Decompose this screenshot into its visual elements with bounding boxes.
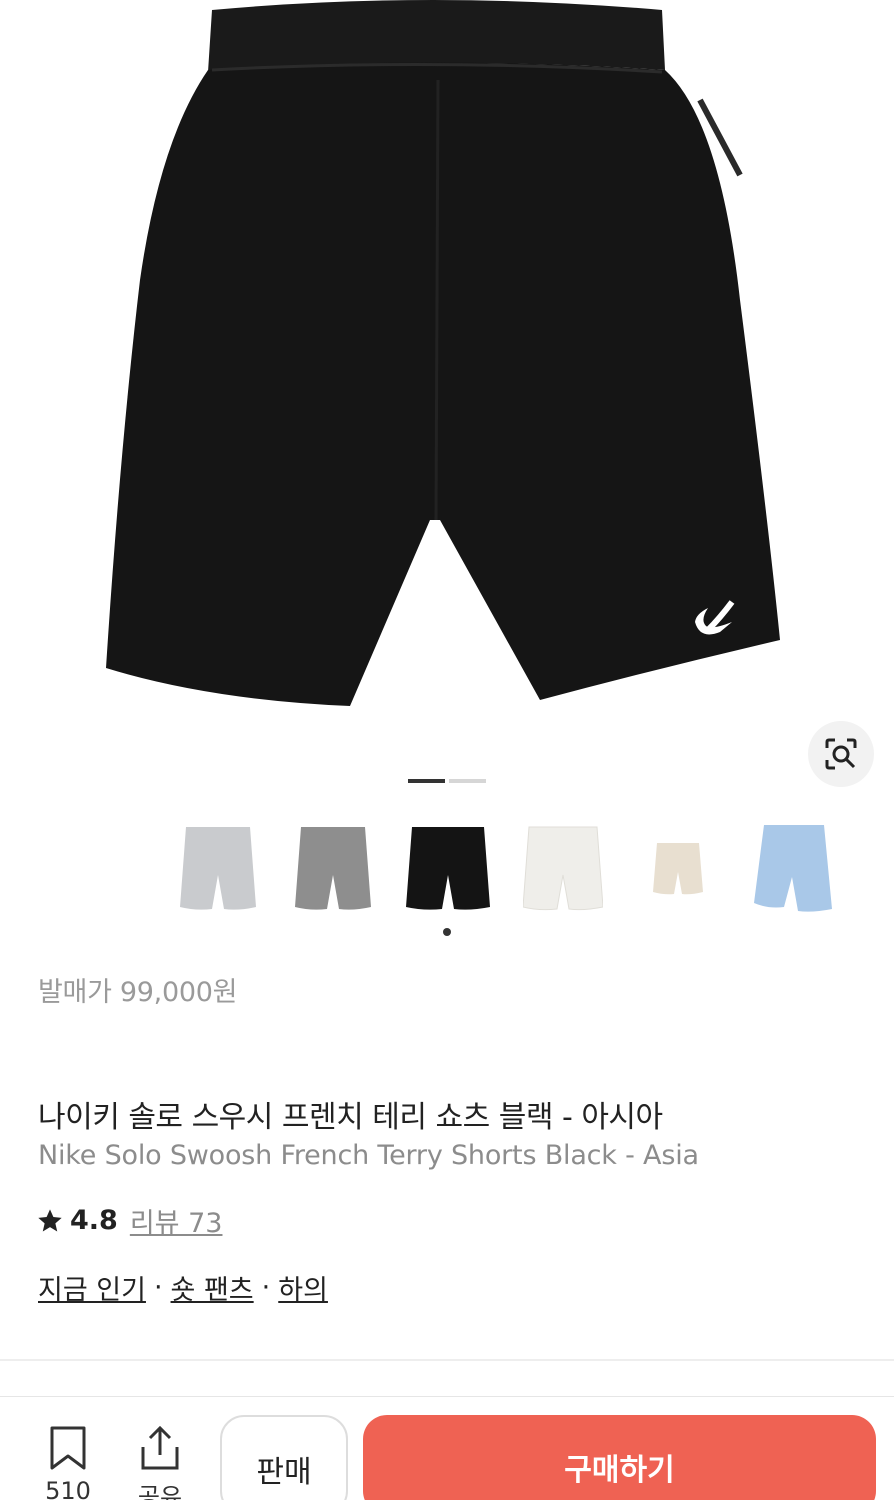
thumbnail-light-grey[interactable] [160,818,275,918]
image-pager [408,779,486,783]
reviews-link[interactable]: 리뷰 73 [130,1201,223,1240]
thumbnail-beige[interactable] [620,818,735,918]
thumbnail-light-blue[interactable] [735,818,850,918]
section-divider [0,1359,894,1361]
rating-score: 4.8 [70,1205,118,1236]
product-image-area[interactable] [0,0,894,800]
product-title-ko: 나이키 솔로 스우시 프렌치 테리 쇼츠 블랙 - 아시아 [38,1100,663,1135]
thumbnail-white[interactable] [505,818,620,918]
image-search-button[interactable] [808,721,874,787]
shorts-thumbnail-icon [753,825,832,912]
thumbnail-grey[interactable] [275,818,390,918]
share-icon [141,1425,179,1470]
bookmark-icon [50,1426,86,1470]
release-price: 발매가 99,000원 [38,977,238,1008]
shorts-thumbnail-icon [179,827,256,910]
bookmark-count: 510 [45,1477,91,1500]
category-link-popular[interactable]: 지금 인기 [38,1268,146,1307]
share-label: 공유 [137,1483,183,1500]
shorts-image [106,0,780,706]
pager-dot [449,779,486,783]
category-separator: · [153,1272,163,1303]
star-icon [38,1208,62,1231]
buy-button[interactable]: 구매하기 [363,1415,876,1500]
bookmark-button[interactable]: 510 [38,1425,98,1500]
shorts-thumbnail-icon [652,843,703,895]
sell-button[interactable]: 판매 [220,1415,348,1500]
bottom-action-bar: 510 공유 판매 구매하기 [0,1396,894,1500]
thumbnail-black[interactable] [390,818,505,918]
shorts-thumbnail-icon [405,827,490,910]
rating-row: 4.8 리뷰 73 [36,1201,222,1240]
category-breadcrumb: 지금 인기 · 숏 팬츠 · 하의 [38,1268,328,1307]
color-thumbnails [160,818,894,918]
category-link-bottoms[interactable]: 하의 [278,1268,328,1307]
category-link-short-pants[interactable]: 숏 팬츠 [171,1268,254,1307]
product-title-en: Nike Solo Swoosh French Terry Shorts Bla… [38,1140,699,1171]
category-separator: · [261,1272,271,1303]
shorts-thumbnail-icon [294,827,371,910]
thumbnail-pager-dot [443,928,451,936]
pager-dot-active [408,779,445,783]
image-search-icon [825,738,857,770]
shorts-thumbnail-icon [522,826,603,911]
share-button[interactable]: 공유 [130,1425,190,1500]
